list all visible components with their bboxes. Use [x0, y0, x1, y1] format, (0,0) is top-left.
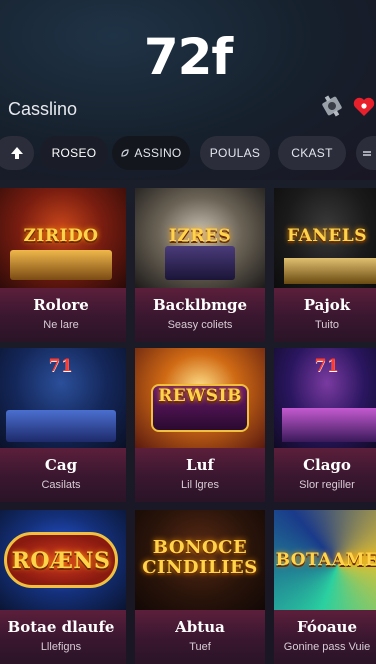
game-info: Pajok Tuito — [274, 288, 376, 342]
game-art-title: REWSIB — [158, 386, 242, 406]
game-card[interactable]: 71 Cag Casilats — [0, 348, 126, 502]
game-art-title: BONOCE CINDILIES — [142, 537, 258, 578]
chip-poulas[interactable]: POULAS — [200, 136, 270, 170]
game-thumbnail: BONOCE CINDILIES — [135, 510, 265, 610]
game-subtitle: Slor regiller — [299, 479, 355, 491]
more-icon — [363, 151, 371, 156]
game-name: Backlbmge — [152, 296, 247, 314]
game-card[interactable]: REWSIB Luf Lil lgres — [135, 348, 265, 502]
game-art-title: FANELS — [287, 226, 367, 246]
chip-assino[interactable]: ASSINO — [112, 136, 190, 170]
game-name: Cag — [44, 456, 78, 474]
game-name: Botae dlaufe — [7, 618, 115, 636]
game-card[interactable]: 71 Clago Slor regiller — [274, 348, 376, 502]
chip-label: POULAS — [209, 146, 261, 160]
game-subtitle: Casilats — [41, 479, 81, 491]
game-name: Clago — [303, 456, 351, 474]
game-art-title: ROÆNS — [11, 548, 111, 574]
game-subtitle: Seasy coliets — [167, 319, 233, 331]
category-chips: ROSEO ASSINO POULAS CKAST — [0, 136, 376, 172]
game-subtitle: Lil lgres — [181, 479, 219, 491]
game-name: Abtua — [175, 618, 225, 636]
game-subtitle: Lllefigns — [40, 641, 82, 653]
game-thumbnail: FANELS — [274, 188, 376, 288]
chip-label: ROSEO — [51, 146, 97, 160]
game-info: Luf Lil lgres — [135, 448, 265, 502]
gear-icon[interactable] — [318, 92, 346, 120]
chip-ckast[interactable]: CKAST — [278, 136, 346, 170]
page-title: Casslino — [8, 99, 78, 119]
game-subtitle: Tuef — [189, 641, 211, 653]
chip-roseo[interactable]: ROSEO — [40, 136, 108, 170]
game-info: Clago Slor regiller — [274, 448, 376, 502]
game-art-title: 71 — [48, 356, 74, 376]
game-info: Rolore Ne lare — [0, 288, 126, 342]
game-info: Backlbmge Seasy coliets — [135, 288, 265, 342]
chip-more[interactable] — [356, 136, 376, 170]
game-name: Luf — [186, 456, 214, 474]
chip-label: ASSINO — [134, 146, 182, 160]
game-thumbnail: BOTAAME — [274, 510, 376, 610]
game-name: Fóoaue — [296, 618, 357, 636]
heart-icon[interactable] — [352, 95, 376, 119]
game-info: Cag Casilats — [0, 448, 126, 502]
game-name: Pajok — [303, 296, 351, 314]
game-art-title: IZRES — [168, 226, 232, 246]
chip-label: CKAST — [291, 146, 333, 160]
arrow-up-icon — [11, 147, 23, 159]
game-subtitle: Gonine pass Vuie — [283, 641, 371, 653]
game-card[interactable]: ROÆNS Botae dlaufe Lllefigns — [0, 510, 126, 664]
game-thumbnail: 71 — [274, 348, 376, 448]
game-info: Abtua Tuef — [135, 610, 265, 664]
game-name: Rolore — [33, 296, 89, 314]
game-thumbnail: IZRES — [135, 188, 265, 288]
game-card[interactable]: BONOCE CINDILIES Abtua Tuef — [135, 510, 265, 664]
game-art-title: 71 — [314, 356, 340, 376]
leaf-icon — [121, 149, 130, 157]
game-card[interactable]: IZRES Backlbmge Seasy coliets — [135, 188, 265, 342]
game-subtitle: Tuito — [314, 319, 340, 331]
chip-home[interactable] — [0, 136, 34, 170]
game-info: Botae dlaufe Lllefigns — [0, 610, 126, 664]
game-art-title: ZIRIDO — [23, 226, 99, 246]
game-thumbnail: ZIRIDO — [0, 188, 126, 288]
game-card[interactable]: ZIRIDO Rolore Ne lare — [0, 188, 126, 342]
game-subtitle: Ne lare — [43, 319, 79, 331]
game-thumbnail: 71 — [0, 348, 126, 448]
game-card[interactable]: BOTAAME Fóoaue Gonine pass Vuie — [274, 510, 376, 664]
game-thumbnail: ROÆNS — [0, 510, 126, 610]
game-info: Fóoaue Gonine pass Vuie — [274, 610, 376, 664]
game-card[interactable]: FANELS Pajok Tuito — [274, 188, 376, 342]
game-art-title: BOTAAME — [275, 550, 376, 570]
game-thumbnail: REWSIB — [135, 348, 265, 448]
app-logo: 72f — [143, 28, 233, 86]
